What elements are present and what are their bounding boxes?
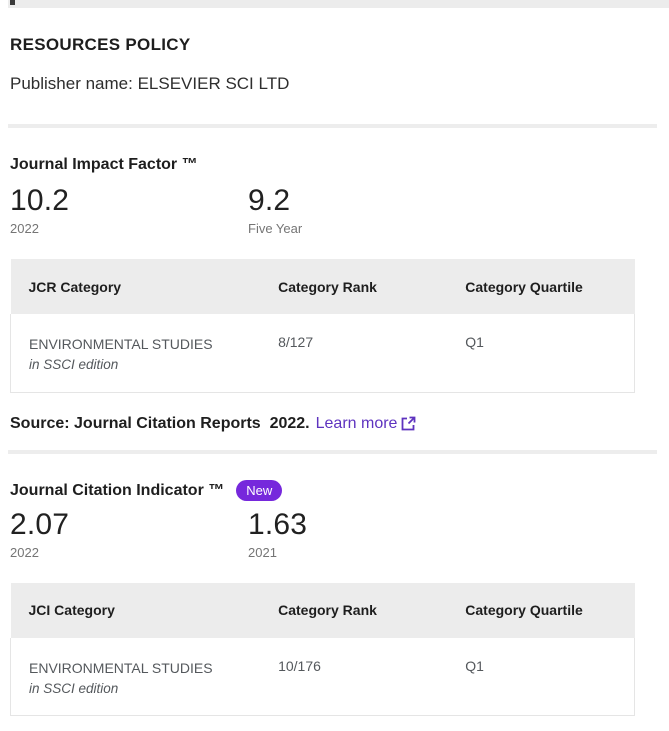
section-divider xyxy=(8,124,657,128)
jif-heading: Journal Impact Factor ™ xyxy=(10,154,198,175)
page-title: RESOURCES POLICY xyxy=(10,34,669,56)
jci-label-2021: 2021 xyxy=(248,545,486,561)
clipped-top-strip xyxy=(8,0,669,8)
category-quartile-column-header: Category Quartile xyxy=(447,583,634,638)
table-row: ENVIRONMENTAL STUDIES in SSCI edition 8/… xyxy=(11,314,635,392)
jci-category-table: JCI Category Category Rank Category Quar… xyxy=(10,583,635,717)
jif-metric-current: 10.2 2022 xyxy=(10,185,248,237)
publisher-name: Publisher name: ELSEVIER SCI LTD xyxy=(10,73,669,95)
table-header-row: JCI Category Category Rank Category Quar… xyxy=(11,583,635,638)
category-quartile-cell: Q1 xyxy=(447,314,634,392)
learn-more-label[interactable]: Learn more xyxy=(316,413,398,435)
jci-category-cell: ENVIRONMENTAL STUDIES in SSCI edition xyxy=(11,638,261,716)
section-divider xyxy=(8,450,657,454)
category-name: ENVIRONMENTAL STUDIES xyxy=(29,658,260,678)
jcr-source-line: Source: Journal Citation Reports 2022. L… xyxy=(10,413,669,435)
jci-value-2021: 1.63 xyxy=(248,509,486,541)
category-rank-cell: 10/176 xyxy=(260,638,447,716)
jif-value-2022: 10.2 xyxy=(10,185,248,217)
jci-value-2022: 2.07 xyxy=(10,509,248,541)
jci-category-column-header: JCI Category xyxy=(11,583,261,638)
learn-more-link[interactable]: Learn more xyxy=(316,413,418,435)
category-name: ENVIRONMENTAL STUDIES xyxy=(29,334,260,354)
category-edition: in SSCI edition xyxy=(29,354,260,375)
jci-heading: Journal Citation Indicator ™ xyxy=(10,480,224,501)
source-text: Source: Journal Citation Reports 2022. xyxy=(10,413,310,435)
clipped-element xyxy=(10,0,15,5)
jci-metric-2022: 2.07 2022 xyxy=(10,509,248,561)
jci-section-header: Journal Citation Indicator ™ New xyxy=(10,480,669,501)
external-link-icon[interactable] xyxy=(400,415,417,432)
jcr-category-cell: ENVIRONMENTAL STUDIES in SSCI edition xyxy=(11,314,261,392)
category-quartile-column-header: Category Quartile xyxy=(447,259,634,314)
jif-metrics: 10.2 2022 9.2 Five Year xyxy=(10,185,669,237)
jif-metric-five-year: 9.2 Five Year xyxy=(248,185,486,237)
new-badge: New xyxy=(236,480,282,501)
jif-label-five-year: Five Year xyxy=(248,221,486,237)
jci-label-2022: 2022 xyxy=(10,545,248,561)
jci-metrics: 2.07 2022 1.63 2021 xyxy=(10,509,669,561)
category-rank-cell: 8/127 xyxy=(260,314,447,392)
jif-section-header: Journal Impact Factor ™ xyxy=(10,154,669,175)
jcr-category-column-header: JCR Category xyxy=(11,259,261,314)
table-row: ENVIRONMENTAL STUDIES in SSCI edition 10… xyxy=(11,638,635,716)
category-rank-column-header: Category Rank xyxy=(260,259,447,314)
journal-metrics-panel: RESOURCES POLICY Publisher name: ELSEVIE… xyxy=(0,0,669,731)
category-quartile-cell: Q1 xyxy=(447,638,634,716)
jif-value-five-year: 9.2 xyxy=(248,185,486,217)
jci-metric-2021: 1.63 2021 xyxy=(248,509,486,561)
category-rank-column-header: Category Rank xyxy=(260,583,447,638)
table-header-row: JCR Category Category Rank Category Quar… xyxy=(11,259,635,314)
category-edition: in SSCI edition xyxy=(29,678,260,699)
jcr-category-table: JCR Category Category Rank Category Quar… xyxy=(10,259,635,393)
jif-label-2022: 2022 xyxy=(10,221,248,237)
